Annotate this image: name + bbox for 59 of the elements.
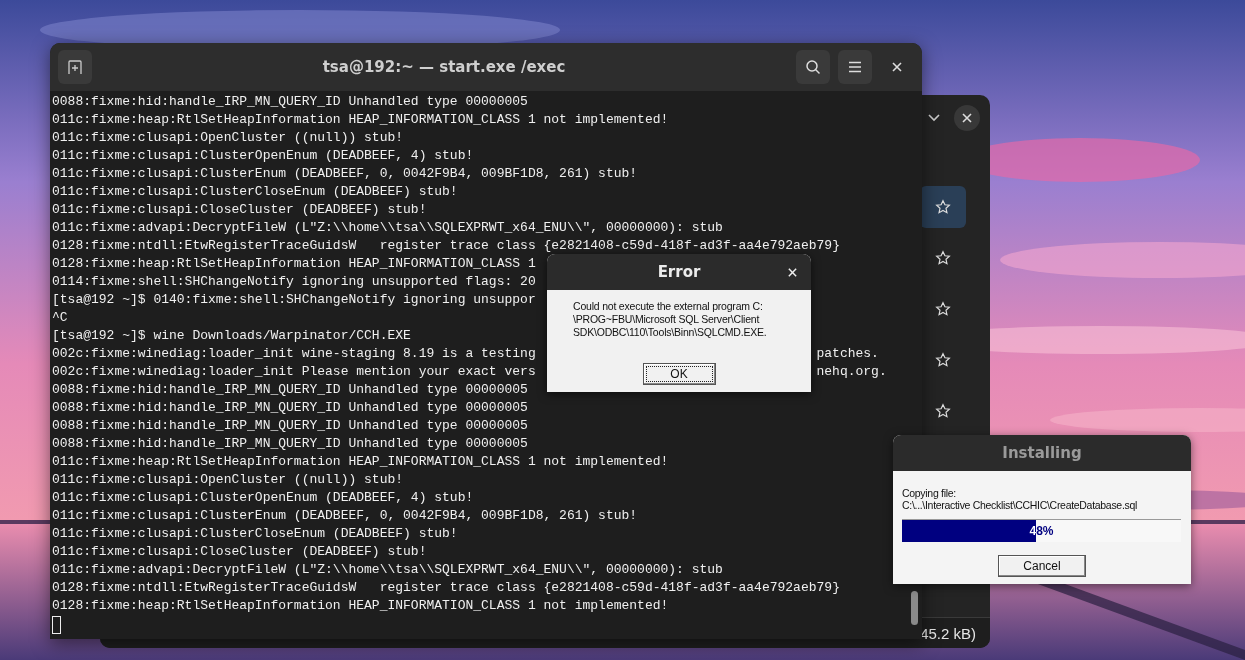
- chevron-down-icon[interactable]: [928, 114, 940, 122]
- terminal-line: [tsa@192 ~]$ wine Downloads/Warpinator/CCH.EXE: [52, 327, 411, 345]
- close-icon: [961, 112, 973, 124]
- window-title: tsa@192:~ — start.exe /exec: [321, 58, 567, 76]
- terminal-line: 011c:fixme:clusapi:OpenCluster ((null)) stub!: [52, 471, 404, 489]
- terminal-line: 0088:fixme:hid:handle_IRP_MN_QUERY_ID Unhandled type 00000005: [52, 381, 528, 399]
- close-icon: [891, 61, 903, 73]
- terminal-line: 011c:fixme:advapi:DecryptFileW (L"Z:\\home\\tsa\\SQLEXPRWT_x64_ENU\\", 00000000): stub: [52, 219, 723, 237]
- terminal-line: 011c:fixme:advapi:DecryptFileW (L"Z:\\home\\tsa\\SQLEXPRWT_x64_ENU\\", 00000000): stub: [52, 561, 723, 579]
- star-icon: [935, 403, 951, 419]
- dialog-title: Installing: [1002, 444, 1082, 462]
- star-icon: [935, 199, 951, 215]
- terminal-line: ^C: [52, 309, 68, 327]
- close-icon: [786, 266, 798, 278]
- menu-icon: [848, 61, 862, 73]
- new-tab-button[interactable]: [58, 50, 92, 84]
- progress-label: Copying file:: [902, 487, 957, 499]
- terminal-line: 011c:fixme:clusapi:ClusterOpenEnum (DEADBEEF, 4) stub!: [52, 489, 474, 507]
- new-tab-icon: [67, 59, 83, 75]
- file-path: C:\...\Interactive Checklist\CCHIC\CreateDatabase.sql: [902, 499, 1139, 511]
- scrollbar[interactable]: [911, 591, 918, 625]
- ok-button[interactable]: OK: [642, 363, 716, 385]
- star-icon: [935, 352, 951, 368]
- terminal-line: 011c:fixme:clusapi:ClusterCloseEnum (DEADBEEF) stub!: [52, 183, 458, 201]
- terminal-line: 0128:fixme:heap:RtlSetHeapInformation HEAP_INFORMATION_CLASS 1: [52, 255, 536, 273]
- terminal-line: 011c:fixme:heap:RtlSetHeapInformation HEAP_INFORMATION_CLASS 1 not implemented!: [52, 111, 669, 129]
- cancel-button[interactable]: Cancel: [998, 555, 1086, 577]
- terminal-line: 011c:fixme:clusapi:CloseCluster (DEADBEEF) stub!: [52, 543, 427, 561]
- terminal-line: 011c:fixme:clusapi:ClusterEnum (DEADBEEF, 0, 0042F9B4, 009BF1D8, 261) stub!: [52, 507, 638, 525]
- terminal-line: 0114:fixme:shell:SHChangeNotify ignoring unsupported flags: 20: [52, 273, 536, 291]
- terminal-line: 0088:fixme:hid:handle_IRP_MN_QUERY_ID Unhandled type 00000005: [52, 399, 528, 417]
- terminal-line: 011c:fixme:heap:RtlSetHeapInformation HEAP_INFORMATION_CLASS 1 not implemented!: [52, 453, 669, 471]
- terminal-line: 0128:fixme:ntdll:EtwRegisterTraceGuidsW register trace class {e2821408-c59d-418f-ad3f-aa4e792aeb79}: [52, 237, 840, 255]
- terminal-line: nehq.org.: [816, 363, 887, 381]
- terminal-line: 0088:fixme:hid:handle_IRP_MN_QUERY_ID Unhandled type 00000005: [52, 435, 528, 453]
- star-icon: [935, 250, 951, 266]
- terminal-line: 0128:fixme:heap:RtlSetHeapInformation HEAP_INFORMATION_CLASS 1 not implemented!: [52, 597, 669, 615]
- terminal-line: 011c:fixme:clusapi:ClusterCloseEnum (DEADBEEF) stub!: [52, 525, 458, 543]
- terminal-line: 011c:fixme:clusapi:ClusterEnum (DEADBEEF, 0, 0042F9B4, 009BF1D8, 261) stub!: [52, 165, 638, 183]
- terminal-line: 0088:fixme:hid:handle_IRP_MN_QUERY_ID Unhandled type 00000005: [52, 417, 528, 435]
- menu-button[interactable]: [838, 50, 872, 84]
- search-button[interactable]: [796, 50, 830, 84]
- terminal-line: 002c:fixme:winediag:loader_init Please mention your exact vers: [52, 363, 536, 381]
- star-button[interactable]: [920, 186, 966, 228]
- error-message: Could not execute the external program C: \PROG~FBU\Microsoft SQL Server\Client SDK\ODBC\110\Tools\Binn\SQLCMD.EXE.: [572, 299, 768, 339]
- terminal-line: patches.: [816, 345, 879, 363]
- terminal-line: 011c:fixme:clusapi:CloseCluster (DEADBEEF) stub!: [52, 201, 427, 219]
- dialog-title: Error: [657, 263, 701, 281]
- terminal-line: [tsa@192 ~]$ 0140:fixme:shell:SHChangeNotify ignoring unsuppor: [52, 291, 536, 309]
- status-text: 45.2 kB): [920, 624, 976, 642]
- terminal-line: 0088:fixme:hid:handle_IRP_MN_QUERY_ID Unhandled type 00000005: [52, 93, 528, 111]
- close-button[interactable]: [954, 105, 980, 131]
- terminal-line: 011c:fixme:clusapi:ClusterOpenEnum (DEADBEEF, 4) stub!: [52, 147, 474, 165]
- search-icon: [805, 59, 821, 75]
- terminal-line: 0128:fixme:ntdll:EtwRegisterTraceGuidsW register trace class {e2821408-c59d-418f-ad3f-aa4e792aeb79}: [52, 579, 840, 597]
- terminal-line: 002c:fixme:winediag:loader_init wine-staging 8.19 is a testing: [52, 345, 536, 363]
- text-cursor: [52, 616, 61, 634]
- terminal-line: 011c:fixme:clusapi:OpenCluster ((null)) stub!: [52, 129, 404, 147]
- star-icon: [935, 301, 951, 317]
